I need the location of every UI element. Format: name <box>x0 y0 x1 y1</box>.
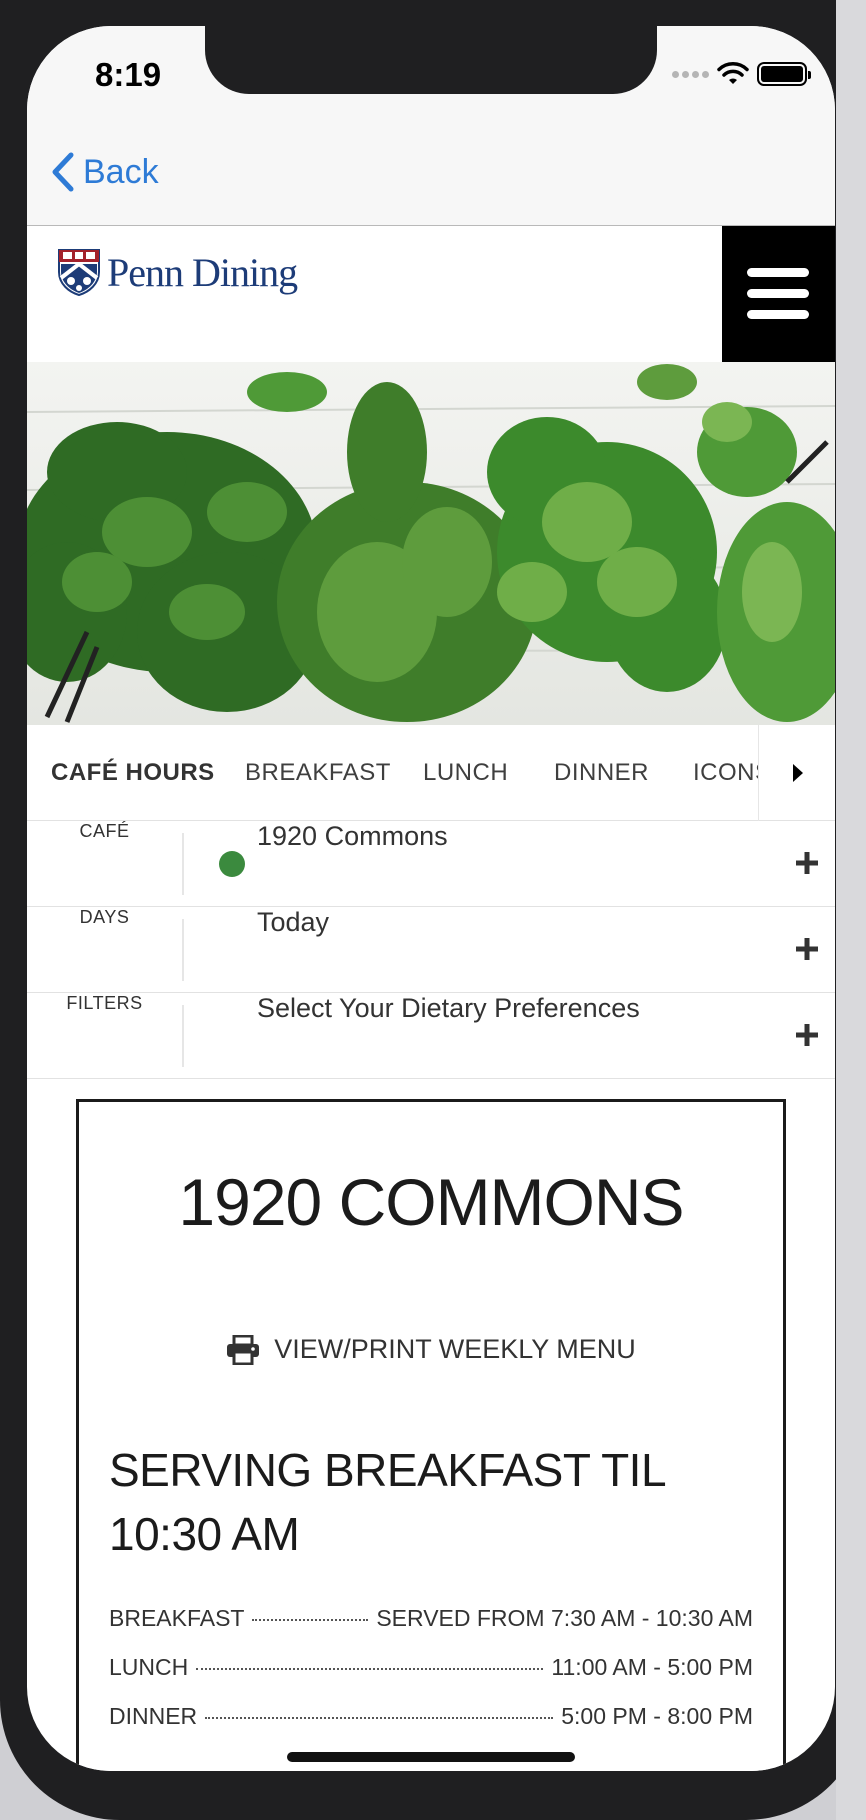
cafe-title: 1920 COMMONS <box>178 1165 684 1239</box>
site-header: Penn Dining <box>27 226 835 362</box>
battery-icon <box>757 62 811 86</box>
wifi-icon <box>717 62 749 84</box>
browser-nav-bar: Back <box>27 116 835 226</box>
divider <box>182 919 184 981</box>
open-status-dot <box>219 851 245 877</box>
meal-time: SERVED FROM 7:30 AM - 10:30 AM <box>376 1605 753 1631</box>
status-time: 8:19 <box>95 56 162 93</box>
phone-screen: 8:19 Back Penn Dining CAFÉ HOURS BREAKFA… <box>27 26 835 1771</box>
hero-image-herbs <box>27 362 835 725</box>
herbs-illustration <box>27 362 835 725</box>
home-indicator[interactable] <box>287 1752 575 1762</box>
phone-notch <box>205 26 657 94</box>
cafe-selector-row[interactable]: CAFÉ 1920 Commons <box>27 821 835 907</box>
plus-icon[interactable] <box>791 1019 823 1051</box>
cafe-hours-card: 1920 COMMONS VIEW/PRINT WEEKLY MENU SERV… <box>76 1099 786 1771</box>
dot-leader <box>196 1668 544 1670</box>
tab-lunch[interactable]: LUNCH <box>423 759 508 787</box>
status-icons <box>672 62 811 86</box>
tab-cafe-hours[interactable]: CAFÉ HOURS <box>51 759 215 787</box>
tab-icons[interactable]: ICONS <box>693 759 759 787</box>
meal-name: BREAKFAST <box>109 1605 245 1631</box>
divider <box>182 833 184 895</box>
dot-leader <box>252 1619 369 1621</box>
meal-row-breakfast: BREAKFAST SERVED FROM 7:30 AM - 10:30 AM <box>109 1605 753 1632</box>
meal-row-dinner: DINNER 5:00 PM - 8:00 PM <box>109 1703 753 1730</box>
plus-icon[interactable] <box>791 847 823 879</box>
days-selector-row[interactable]: DAYS Today <box>27 907 835 993</box>
dietary-value: Select Your Dietary Preferences <box>257 993 640 1023</box>
print-weekly-menu-link[interactable]: VIEW/PRINT WEEKLY MENU <box>79 1334 783 1365</box>
hamburger-menu-button[interactable] <box>722 226 835 362</box>
meal-name: DINNER <box>109 1703 198 1729</box>
cafe-label: CAFÉ <box>79 821 130 841</box>
menu-tabs: CAFÉ HOURS BREAKFAST LUNCH DINNER ICONS <box>27 725 835 821</box>
printer-icon <box>227 1334 260 1365</box>
tabs-next-button[interactable] <box>758 725 835 821</box>
meal-row-lunch: LUNCH 11:00 AM - 5:00 PM <box>109 1654 753 1681</box>
cafe-value: 1920 Commons <box>257 821 448 851</box>
tab-dinner[interactable]: DINNER <box>554 759 649 787</box>
logo-text: Penn Dining <box>107 249 298 295</box>
penn-shield-icon <box>58 249 100 296</box>
print-label: VIEW/PRINT WEEKLY MENU <box>274 1334 636 1364</box>
desktop-background <box>836 0 866 1820</box>
hamburger-menu-icon <box>747 268 809 277</box>
days-value: Today <box>257 907 330 937</box>
divider <box>182 1005 184 1067</box>
filters-label: FILTERS <box>66 993 143 1013</box>
penn-dining-logo[interactable]: Penn Dining <box>57 248 298 296</box>
tabs-scroll[interactable]: CAFÉ HOURS BREAKFAST LUNCH DINNER ICONS <box>27 725 759 821</box>
dietary-filter-row[interactable]: FILTERS Select Your Dietary Preferences <box>27 993 835 1079</box>
back-button[interactable]: Back <box>51 152 159 192</box>
back-label: Back <box>83 152 159 191</box>
caret-right-icon <box>793 764 803 782</box>
meal-time: 11:00 AM - 5:00 PM <box>551 1654 753 1680</box>
signal-icon <box>672 70 709 78</box>
chevron-left-icon <box>52 152 74 192</box>
dot-leader <box>205 1717 554 1719</box>
meal-name: LUNCH <box>109 1654 189 1680</box>
tab-breakfast[interactable]: BREAKFAST <box>245 759 391 787</box>
serving-status: SERVING BREAKFAST TIL 10:30 AM <box>109 1444 665 1560</box>
plus-icon[interactable] <box>791 933 823 965</box>
meal-time: 5:00 PM - 8:00 PM <box>561 1703 753 1729</box>
days-label: DAYS <box>79 907 130 927</box>
